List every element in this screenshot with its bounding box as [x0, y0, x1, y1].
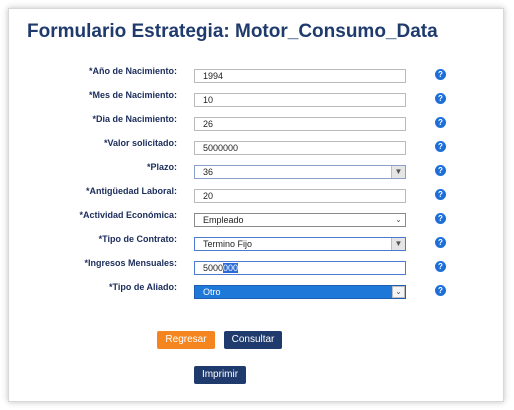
mes-label: *Mes de Nacimiento: — [88, 90, 177, 100]
valor-input[interactable]: 5000000 — [194, 141, 406, 155]
contrato-select[interactable]: Termino Fijo ▼ — [194, 237, 406, 251]
aliado-select[interactable]: Otro ⌄ — [194, 285, 406, 299]
field-row-antiguedad: *Antigüedad Laboral: 20 ? — [9, 185, 503, 205]
field-row-ingresos: *Ingresos Mensuales: 5000000 ? — [9, 257, 503, 277]
regresar-button[interactable]: Regresar — [157, 331, 215, 349]
imprimir-button[interactable]: Imprimir — [194, 366, 246, 384]
actividad-label: *Actividad Económica: — [79, 210, 177, 220]
anio-label: *Año de Nacimiento: — [88, 66, 177, 76]
anio-input[interactable]: 1994 — [194, 69, 406, 83]
form-card: Formulario Estrategia: Motor_Consumo_Dat… — [8, 8, 504, 402]
field-row-contrato: *Tipo de Contrato: Termino Fijo ▼ ? — [9, 233, 503, 253]
antiguedad-label: *Antigüedad Laboral: — [85, 186, 177, 196]
actividad-select[interactable]: Empleado ⌄ — [194, 213, 406, 227]
dia-label: *Dia de Nacimiento: — [92, 114, 177, 124]
help-icon[interactable]: ? — [435, 189, 446, 200]
help-icon[interactable]: ? — [435, 285, 446, 296]
help-icon[interactable]: ? — [435, 93, 446, 104]
contrato-label: *Tipo de Contrato: — [98, 234, 177, 244]
field-row-actividad: *Actividad Económica: Empleado ⌄ ? — [9, 209, 503, 229]
actividad-value: Empleado — [203, 215, 244, 225]
aliado-label: *Tipo de Aliado: — [108, 282, 177, 292]
page-title: Formulario Estrategia: Motor_Consumo_Dat… — [27, 21, 438, 42]
help-icon[interactable]: ? — [435, 117, 446, 128]
help-icon[interactable]: ? — [435, 213, 446, 224]
help-icon[interactable]: ? — [435, 237, 446, 248]
field-row-anio: *Año de Nacimiento: 1994 ? — [9, 65, 503, 85]
field-row-mes: *Mes de Nacimiento: 10 ? — [9, 89, 503, 109]
antiguedad-input[interactable]: 20 — [194, 189, 406, 203]
chevron-down-icon[interactable]: ⌄ — [392, 286, 405, 298]
chevron-down-icon[interactable]: ▼ — [391, 166, 405, 178]
mes-input[interactable]: 10 — [194, 93, 406, 107]
chevron-down-icon[interactable]: ⌄ — [392, 214, 405, 226]
help-icon[interactable]: ? — [435, 261, 446, 272]
valor-label: *Valor solicitado: — [103, 138, 177, 148]
ingresos-selected-text: 000 — [223, 263, 239, 273]
help-icon[interactable]: ? — [435, 141, 446, 152]
plazo-value: 36 — [203, 167, 214, 177]
field-row-dia: *Dia de Nacimiento: 26 ? — [9, 113, 503, 133]
dia-input[interactable]: 26 — [194, 117, 406, 131]
contrato-value: Termino Fijo — [203, 239, 253, 249]
ingresos-label: *Ingresos Mensuales: — [84, 258, 177, 268]
field-row-plazo: *Plazo: 36 ▼ ? — [9, 161, 503, 181]
plazo-label: *Plazo: — [146, 162, 177, 172]
aliado-value: Otro — [203, 287, 221, 297]
ingresos-input[interactable]: 5000000 — [194, 261, 406, 275]
consultar-button[interactable]: Consultar — [224, 331, 282, 349]
ingresos-value: 5000 — [203, 263, 224, 273]
field-row-valor: *Valor solicitado: 5000000 ? — [9, 137, 503, 157]
chevron-down-icon[interactable]: ▼ — [391, 238, 405, 250]
help-icon[interactable]: ? — [435, 69, 446, 80]
field-row-aliado: *Tipo de Aliado: Otro ⌄ ? — [9, 281, 503, 301]
help-icon[interactable]: ? — [435, 165, 446, 176]
plazo-select[interactable]: 36 ▼ — [194, 165, 406, 179]
